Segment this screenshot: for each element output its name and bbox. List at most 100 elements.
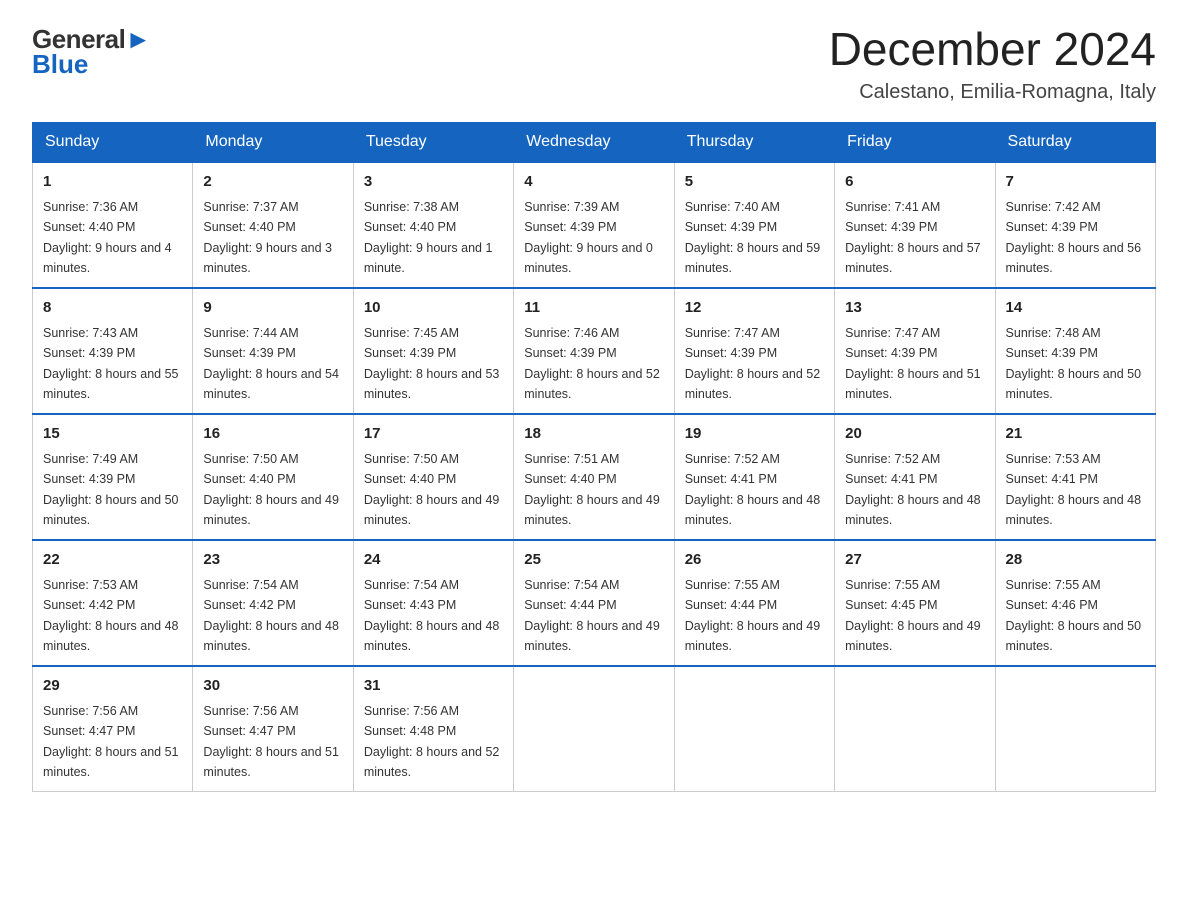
day-info: Sunrise: 7:55 AMSunset: 4:45 PMDaylight:…	[845, 578, 981, 653]
calendar-cell: 13 Sunrise: 7:47 AMSunset: 4:39 PMDaylig…	[835, 288, 995, 414]
day-info: Sunrise: 7:49 AMSunset: 4:39 PMDaylight:…	[43, 452, 179, 527]
week-row-1: 1 Sunrise: 7:36 AMSunset: 4:40 PMDayligh…	[33, 162, 1156, 288]
month-title: December 2024	[829, 24, 1156, 75]
day-number: 28	[1006, 549, 1145, 572]
day-info: Sunrise: 7:43 AMSunset: 4:39 PMDaylight:…	[43, 326, 179, 401]
header-thursday: Thursday	[674, 122, 834, 162]
day-number: 21	[1006, 423, 1145, 446]
day-number: 9	[203, 297, 342, 320]
header-sunday: Sunday	[33, 122, 193, 162]
week-row-4: 22 Sunrise: 7:53 AMSunset: 4:42 PMDaylig…	[33, 540, 1156, 666]
calendar-cell	[995, 666, 1155, 792]
calendar-cell: 10 Sunrise: 7:45 AMSunset: 4:39 PMDaylig…	[353, 288, 513, 414]
day-number: 8	[43, 297, 182, 320]
day-info: Sunrise: 7:56 AMSunset: 4:47 PMDaylight:…	[203, 704, 339, 779]
day-info: Sunrise: 7:56 AMSunset: 4:47 PMDaylight:…	[43, 704, 179, 779]
day-number: 29	[43, 675, 182, 698]
logo-blue-text: Blue	[32, 49, 88, 80]
day-number: 12	[685, 297, 824, 320]
day-info: Sunrise: 7:39 AMSunset: 4:39 PMDaylight:…	[524, 200, 653, 275]
calendar-cell: 8 Sunrise: 7:43 AMSunset: 4:39 PMDayligh…	[33, 288, 193, 414]
day-number: 20	[845, 423, 984, 446]
calendar-cell: 21 Sunrise: 7:53 AMSunset: 4:41 PMDaylig…	[995, 414, 1155, 540]
day-number: 24	[364, 549, 503, 572]
title-block: December 2024 Calestano, Emilia-Romagna,…	[829, 24, 1156, 104]
day-info: Sunrise: 7:45 AMSunset: 4:39 PMDaylight:…	[364, 326, 500, 401]
calendar-cell: 30 Sunrise: 7:56 AMSunset: 4:47 PMDaylig…	[193, 666, 353, 792]
day-info: Sunrise: 7:41 AMSunset: 4:39 PMDaylight:…	[845, 200, 981, 275]
header-monday: Monday	[193, 122, 353, 162]
day-number: 23	[203, 549, 342, 572]
calendar-cell: 16 Sunrise: 7:50 AMSunset: 4:40 PMDaylig…	[193, 414, 353, 540]
calendar-cell	[514, 666, 674, 792]
calendar-cell: 2 Sunrise: 7:37 AMSunset: 4:40 PMDayligh…	[193, 162, 353, 288]
day-info: Sunrise: 7:48 AMSunset: 4:39 PMDaylight:…	[1006, 326, 1142, 401]
day-info: Sunrise: 7:53 AMSunset: 4:41 PMDaylight:…	[1006, 452, 1142, 527]
calendar-cell: 25 Sunrise: 7:54 AMSunset: 4:44 PMDaylig…	[514, 540, 674, 666]
day-info: Sunrise: 7:52 AMSunset: 4:41 PMDaylight:…	[685, 452, 821, 527]
calendar-cell: 23 Sunrise: 7:54 AMSunset: 4:42 PMDaylig…	[193, 540, 353, 666]
day-number: 13	[845, 297, 984, 320]
day-info: Sunrise: 7:56 AMSunset: 4:48 PMDaylight:…	[364, 704, 500, 779]
header-friday: Friday	[835, 122, 995, 162]
week-row-3: 15 Sunrise: 7:49 AMSunset: 4:39 PMDaylig…	[33, 414, 1156, 540]
calendar-cell: 6 Sunrise: 7:41 AMSunset: 4:39 PMDayligh…	[835, 162, 995, 288]
day-info: Sunrise: 7:38 AMSunset: 4:40 PMDaylight:…	[364, 200, 493, 275]
calendar-cell: 15 Sunrise: 7:49 AMSunset: 4:39 PMDaylig…	[33, 414, 193, 540]
day-info: Sunrise: 7:53 AMSunset: 4:42 PMDaylight:…	[43, 578, 179, 653]
day-info: Sunrise: 7:50 AMSunset: 4:40 PMDaylight:…	[364, 452, 500, 527]
day-number: 1	[43, 171, 182, 194]
day-number: 16	[203, 423, 342, 446]
day-info: Sunrise: 7:40 AMSunset: 4:39 PMDaylight:…	[685, 200, 821, 275]
calendar-cell: 9 Sunrise: 7:44 AMSunset: 4:39 PMDayligh…	[193, 288, 353, 414]
day-number: 11	[524, 297, 663, 320]
day-info: Sunrise: 7:55 AMSunset: 4:44 PMDaylight:…	[685, 578, 821, 653]
day-info: Sunrise: 7:36 AMSunset: 4:40 PMDaylight:…	[43, 200, 172, 275]
day-info: Sunrise: 7:54 AMSunset: 4:43 PMDaylight:…	[364, 578, 500, 653]
calendar-cell: 5 Sunrise: 7:40 AMSunset: 4:39 PMDayligh…	[674, 162, 834, 288]
calendar-cell	[835, 666, 995, 792]
calendar-cell: 22 Sunrise: 7:53 AMSunset: 4:42 PMDaylig…	[33, 540, 193, 666]
day-number: 10	[364, 297, 503, 320]
header-saturday: Saturday	[995, 122, 1155, 162]
day-info: Sunrise: 7:46 AMSunset: 4:39 PMDaylight:…	[524, 326, 660, 401]
day-number: 2	[203, 171, 342, 194]
calendar-table: Sunday Monday Tuesday Wednesday Thursday…	[32, 122, 1156, 792]
day-number: 3	[364, 171, 503, 194]
day-info: Sunrise: 7:55 AMSunset: 4:46 PMDaylight:…	[1006, 578, 1142, 653]
calendar-cell: 12 Sunrise: 7:47 AMSunset: 4:39 PMDaylig…	[674, 288, 834, 414]
calendar-cell: 11 Sunrise: 7:46 AMSunset: 4:39 PMDaylig…	[514, 288, 674, 414]
calendar-cell: 17 Sunrise: 7:50 AMSunset: 4:40 PMDaylig…	[353, 414, 513, 540]
calendar-cell: 4 Sunrise: 7:39 AMSunset: 4:39 PMDayligh…	[514, 162, 674, 288]
day-info: Sunrise: 7:42 AMSunset: 4:39 PMDaylight:…	[1006, 200, 1142, 275]
calendar-cell: 24 Sunrise: 7:54 AMSunset: 4:43 PMDaylig…	[353, 540, 513, 666]
day-number: 17	[364, 423, 503, 446]
header-tuesday: Tuesday	[353, 122, 513, 162]
calendar-cell: 18 Sunrise: 7:51 AMSunset: 4:40 PMDaylig…	[514, 414, 674, 540]
logo: General► Blue	[32, 24, 151, 80]
page-header: General► Blue December 2024 Calestano, E…	[32, 24, 1156, 104]
day-number: 27	[845, 549, 984, 572]
calendar-cell	[674, 666, 834, 792]
day-info: Sunrise: 7:52 AMSunset: 4:41 PMDaylight:…	[845, 452, 981, 527]
day-info: Sunrise: 7:50 AMSunset: 4:40 PMDaylight:…	[203, 452, 339, 527]
calendar-cell: 1 Sunrise: 7:36 AMSunset: 4:40 PMDayligh…	[33, 162, 193, 288]
day-number: 22	[43, 549, 182, 572]
calendar-cell: 28 Sunrise: 7:55 AMSunset: 4:46 PMDaylig…	[995, 540, 1155, 666]
calendar-cell: 7 Sunrise: 7:42 AMSunset: 4:39 PMDayligh…	[995, 162, 1155, 288]
day-number: 31	[364, 675, 503, 698]
day-info: Sunrise: 7:54 AMSunset: 4:42 PMDaylight:…	[203, 578, 339, 653]
day-number: 4	[524, 171, 663, 194]
day-number: 7	[1006, 171, 1145, 194]
calendar-cell: 14 Sunrise: 7:48 AMSunset: 4:39 PMDaylig…	[995, 288, 1155, 414]
day-info: Sunrise: 7:44 AMSunset: 4:39 PMDaylight:…	[203, 326, 339, 401]
day-info: Sunrise: 7:47 AMSunset: 4:39 PMDaylight:…	[685, 326, 821, 401]
day-info: Sunrise: 7:54 AMSunset: 4:44 PMDaylight:…	[524, 578, 660, 653]
day-number: 30	[203, 675, 342, 698]
day-info: Sunrise: 7:37 AMSunset: 4:40 PMDaylight:…	[203, 200, 332, 275]
calendar-cell: 3 Sunrise: 7:38 AMSunset: 4:40 PMDayligh…	[353, 162, 513, 288]
calendar-cell: 29 Sunrise: 7:56 AMSunset: 4:47 PMDaylig…	[33, 666, 193, 792]
day-headers-row: Sunday Monday Tuesday Wednesday Thursday…	[33, 122, 1156, 162]
day-info: Sunrise: 7:47 AMSunset: 4:39 PMDaylight:…	[845, 326, 981, 401]
day-number: 14	[1006, 297, 1145, 320]
